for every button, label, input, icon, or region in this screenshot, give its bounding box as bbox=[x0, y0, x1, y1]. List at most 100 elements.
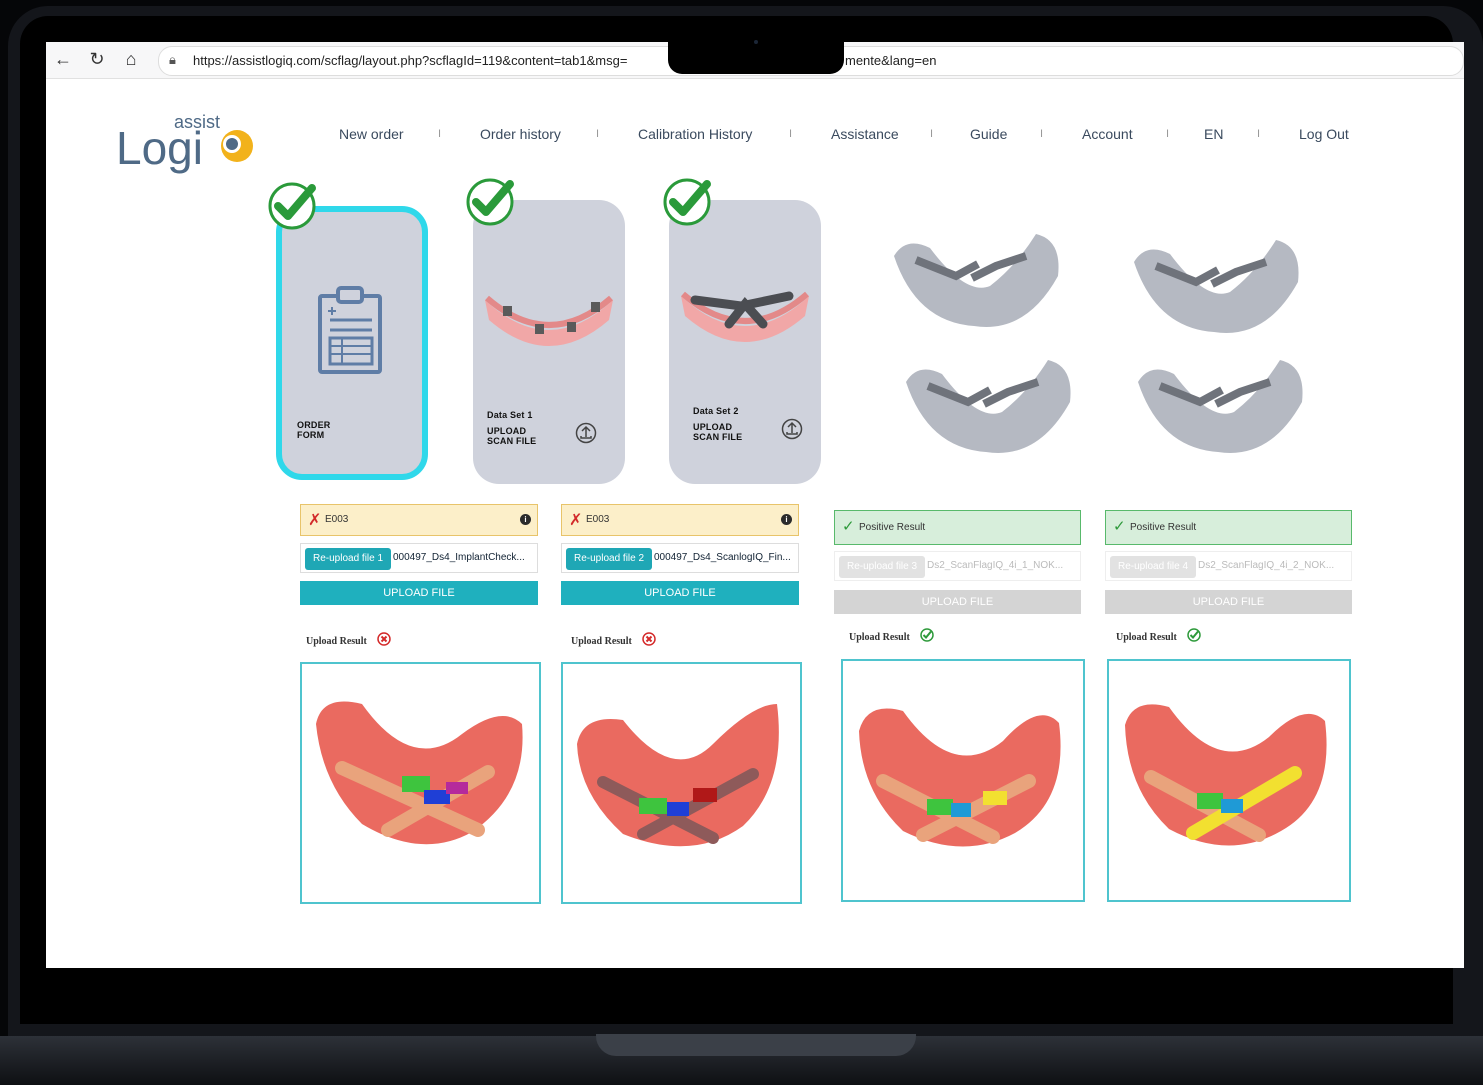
jaw-model-1-image bbox=[485, 295, 613, 346]
nav-separator: I bbox=[438, 128, 442, 140]
status-text: Positive Result bbox=[1130, 522, 1197, 533]
upload-icon[interactable] bbox=[781, 418, 803, 440]
upload-file-button[interactable]: UPLOAD FILE bbox=[300, 581, 538, 605]
result-preview[interactable] bbox=[300, 662, 541, 904]
result-preview[interactable] bbox=[561, 662, 802, 904]
file-name: 000497_Ds4_ScanlogIQ_Fin... bbox=[654, 552, 791, 563]
status-error-banner: ✗ E003 i bbox=[561, 504, 799, 536]
file-row: Re-upload file 3 Ds2_ScanFlagIQ_4i_1_NOK… bbox=[834, 551, 1081, 581]
ds2-label-line2: SCAN FILE bbox=[693, 432, 743, 442]
nav-separator: I bbox=[930, 128, 934, 140]
result-preview[interactable] bbox=[841, 659, 1085, 902]
ds1-label-line1: UPLOAD bbox=[487, 426, 527, 436]
nav-log-out[interactable]: Log Out bbox=[1299, 126, 1349, 142]
check-icon: ✓ bbox=[1113, 518, 1126, 535]
scan-model-image bbox=[894, 234, 1059, 327]
upload-result-label: Upload Result bbox=[571, 636, 632, 647]
logo-main-text: Logi bbox=[116, 122, 203, 174]
upload-file-button[interactable]: UPLOAD FILE bbox=[1105, 590, 1352, 614]
status-error-banner: ✗ E003 i bbox=[300, 504, 538, 536]
ds2-label-line1: UPLOAD bbox=[693, 422, 733, 432]
status-ok-banner: ✓ Positive Result bbox=[834, 510, 1081, 545]
info-icon[interactable]: i bbox=[781, 514, 792, 525]
nav-language[interactable]: EN bbox=[1204, 126, 1223, 142]
fail-icon bbox=[377, 632, 391, 646]
nav-separator: I bbox=[789, 128, 793, 140]
order-form-label: ORDER FORM bbox=[297, 420, 331, 440]
error-x-icon: ✗ bbox=[308, 512, 322, 529]
error-code: E003 bbox=[586, 514, 610, 525]
nav-new-order[interactable]: New order bbox=[339, 126, 404, 142]
check-icon bbox=[466, 178, 514, 226]
clipboard-icon bbox=[318, 286, 382, 374]
main-nav: New order I Order history I Calibration … bbox=[326, 126, 1386, 146]
deviation-map-image bbox=[577, 704, 779, 847]
error-x-icon: ✗ bbox=[569, 512, 583, 529]
fail-icon bbox=[642, 632, 656, 646]
camera-icon bbox=[754, 40, 758, 44]
status-ok-banner: ✓ Positive Result bbox=[1105, 510, 1352, 545]
reload-icon[interactable]: ↻ bbox=[86, 48, 108, 70]
result-preview[interactable] bbox=[1107, 659, 1351, 902]
scan-model-image bbox=[1138, 360, 1303, 453]
url-text[interactable]: https://assistlogiq.com/scflag/layout.ph… bbox=[193, 53, 627, 68]
browser-screen: ← ↻ ⌂ 🔒︎ https://assistlogiq.com/scflag/… bbox=[46, 42, 1464, 968]
deviation-map-image bbox=[316, 701, 523, 845]
file-row: Re-upload file 4 Ds2_ScanFlagIQ_4i_2_NOK… bbox=[1105, 551, 1352, 581]
scan-model-image bbox=[1134, 240, 1299, 333]
nav-assistance[interactable]: Assistance bbox=[831, 126, 899, 142]
check-icon bbox=[268, 182, 316, 230]
pass-icon bbox=[920, 628, 934, 642]
nav-order-history[interactable]: Order history bbox=[480, 126, 561, 142]
home-icon[interactable]: ⌂ bbox=[120, 48, 142, 70]
scan-model-image bbox=[906, 360, 1071, 453]
data-set-1-card[interactable]: Data Set 1 UPLOAD SCAN FILE bbox=[473, 200, 625, 484]
reupload-button[interactable]: Re-upload file 3 bbox=[839, 556, 926, 578]
nav-calibration-history[interactable]: Calibration History bbox=[638, 126, 752, 142]
file-name: Ds2_ScanFlagIQ_4i_2_NOK... bbox=[1198, 560, 1335, 571]
error-code: E003 bbox=[325, 514, 349, 525]
file-name: Ds2_ScanFlagIQ_4i_1_NOK... bbox=[927, 560, 1064, 571]
pass-icon bbox=[1187, 628, 1201, 642]
deviation-map-image bbox=[1125, 704, 1327, 846]
url-text-tail[interactable]: mente&lang=en bbox=[845, 53, 936, 68]
nav-separator: I bbox=[1257, 128, 1261, 140]
nav-separator: I bbox=[596, 128, 600, 140]
reupload-button[interactable]: Re-upload file 1 bbox=[305, 548, 392, 570]
file-row: Re-upload file 1 000497_Ds4_ImplantCheck… bbox=[300, 543, 538, 573]
data-set-2-card[interactable]: Data Set 2 UPLOAD SCAN FILE bbox=[669, 200, 821, 484]
order-form-line1: ORDER bbox=[297, 420, 331, 430]
file-row: Re-upload file 2 000497_Ds4_ScanlogIQ_Fi… bbox=[561, 543, 799, 573]
nav-separator: I bbox=[1040, 128, 1044, 140]
ds1-label-line2: SCAN FILE bbox=[487, 436, 537, 446]
camera-notch bbox=[668, 40, 844, 74]
nav-separator: I bbox=[1166, 128, 1170, 140]
upload-result-label: Upload Result bbox=[849, 632, 910, 643]
order-form-line2: FORM bbox=[297, 430, 325, 440]
site-info-icon[interactable]: 🔒︎ bbox=[169, 52, 176, 68]
upload-result-label: Upload Result bbox=[1116, 632, 1177, 643]
file-name: 000497_Ds4_ImplantCheck... bbox=[393, 552, 525, 563]
nav-account[interactable]: Account bbox=[1082, 126, 1133, 142]
upload-file-button[interactable]: UPLOAD FILE bbox=[834, 590, 1081, 614]
info-icon[interactable]: i bbox=[520, 514, 531, 525]
reupload-button[interactable]: Re-upload file 2 bbox=[566, 548, 653, 570]
upload-result-label: Upload Result bbox=[306, 636, 367, 647]
upload-icon[interactable] bbox=[575, 422, 597, 444]
assistlogiq-logo[interactable]: assist Logi bbox=[116, 108, 266, 178]
order-form-card[interactable]: ORDER FORM bbox=[276, 206, 428, 480]
check-icon: ✓ bbox=[842, 518, 855, 535]
data-set-1-upload-label: UPLOAD SCAN FILE bbox=[487, 426, 536, 446]
upload-file-button[interactable]: UPLOAD FILE bbox=[561, 581, 799, 605]
deviation-map-image bbox=[859, 708, 1061, 847]
data-set-2-title: Data Set 2 bbox=[693, 406, 739, 416]
data-set-1-title: Data Set 1 bbox=[487, 410, 533, 420]
check-icon bbox=[663, 178, 711, 226]
nav-guide[interactable]: Guide bbox=[970, 126, 1007, 142]
data-set-2-upload-label: UPLOAD SCAN FILE bbox=[693, 422, 742, 442]
reupload-button[interactable]: Re-upload file 4 bbox=[1110, 556, 1197, 578]
laptop-hinge bbox=[596, 1034, 916, 1056]
status-text: Positive Result bbox=[859, 522, 926, 533]
back-icon[interactable]: ← bbox=[52, 48, 74, 70]
jaw-model-2-image bbox=[681, 291, 809, 342]
